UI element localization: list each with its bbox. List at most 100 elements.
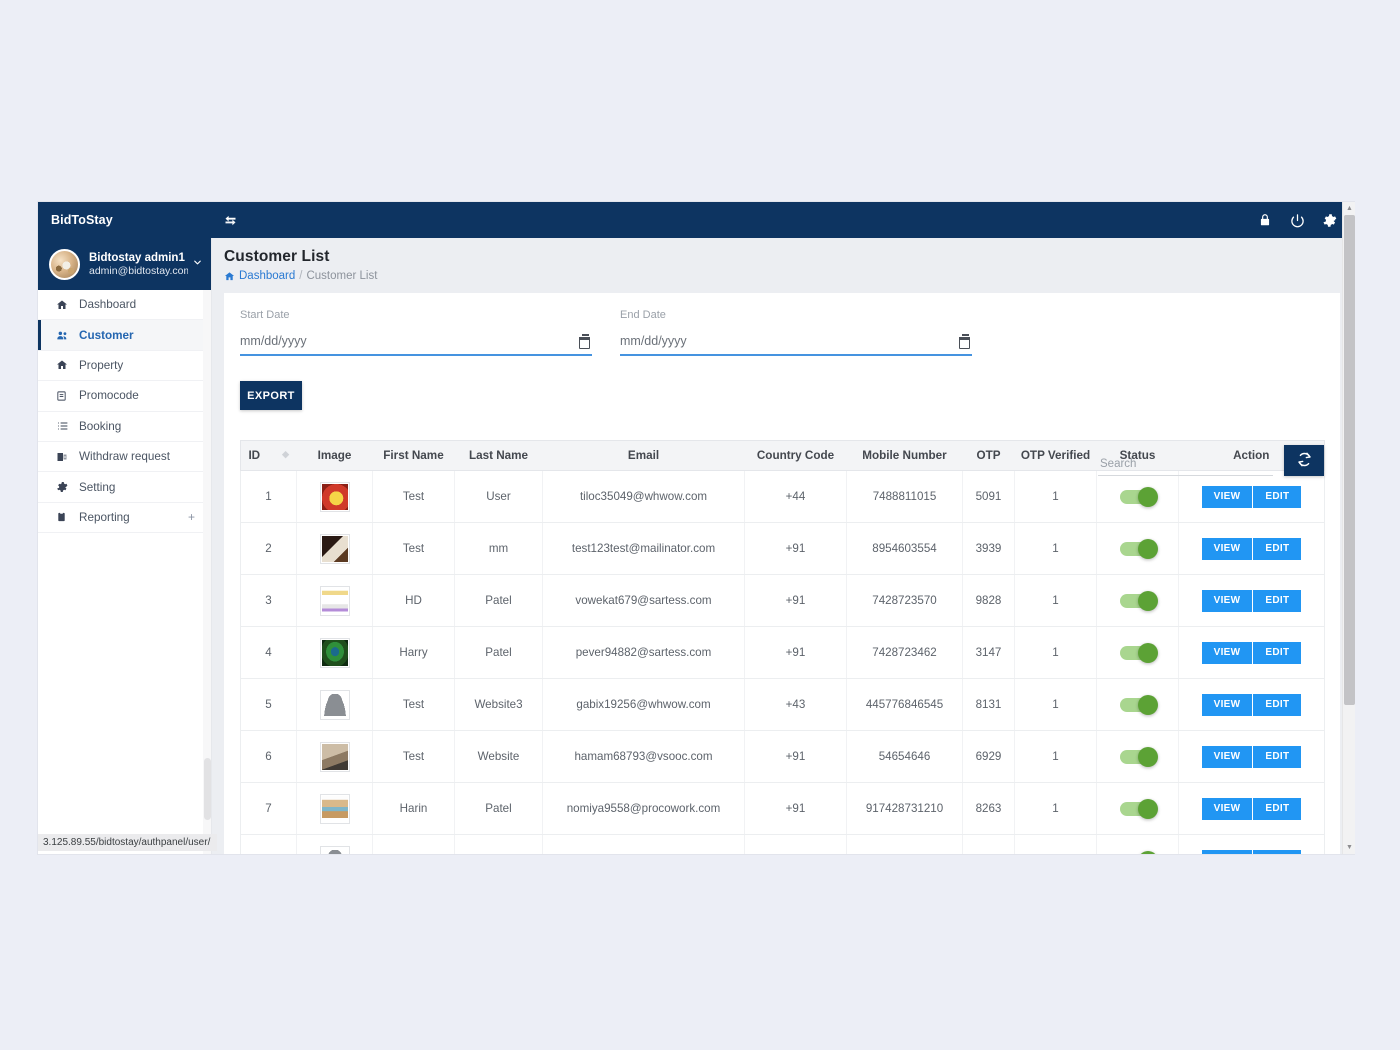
view-button[interactable]: VIEW xyxy=(1201,849,1253,854)
gear-icon xyxy=(56,481,74,493)
cell-id: 1 xyxy=(240,470,297,523)
view-button[interactable]: VIEW xyxy=(1201,641,1253,664)
lock-icon[interactable] xyxy=(1256,211,1274,229)
power-icon[interactable] xyxy=(1288,211,1306,229)
edit-button[interactable]: EDIT xyxy=(1252,849,1302,854)
cell-last-name: mm xyxy=(454,522,543,575)
room-photo-thumbnail[interactable] xyxy=(319,741,350,772)
page-scrollbar[interactable]: ▲ ▼ xyxy=(1342,202,1355,854)
cell-otp-verified: 1 xyxy=(1014,522,1097,575)
page-scrollbar-thumb[interactable] xyxy=(1344,215,1355,705)
scroll-up-arrow-icon[interactable]: ▲ xyxy=(1343,202,1356,215)
start-date-field: Start Date xyxy=(240,309,592,356)
view-button[interactable]: VIEW xyxy=(1201,693,1253,716)
dark-photo-thumbnail[interactable] xyxy=(319,533,350,564)
user-profile-block[interactable]: Bidtostay admin1 admin@bidtostay.com xyxy=(38,238,211,290)
sort-indicator-icon[interactable]: ◆ xyxy=(282,449,289,460)
sidebar-scrollbar-thumb[interactable] xyxy=(204,758,211,820)
column-header-country-code[interactable]: Country Code xyxy=(744,440,847,471)
edit-button[interactable]: EDIT xyxy=(1252,537,1302,560)
cell-id: 2 xyxy=(240,522,297,575)
status-toggle[interactable] xyxy=(1119,642,1158,663)
status-toggle[interactable] xyxy=(1119,694,1158,715)
cell-image xyxy=(296,626,373,679)
calendar-icon[interactable] xyxy=(578,334,590,349)
cell-status xyxy=(1096,626,1179,679)
table-row: 2 Test mm test123test@mailinator.com +91 8954… xyxy=(240,522,1325,575)
cell-status xyxy=(1096,782,1179,835)
end-date-input[interactable] xyxy=(620,334,972,356)
content-card: Start Date End Date EXPORT xyxy=(224,293,1340,854)
start-date-input[interactable] xyxy=(240,334,592,356)
edit-button[interactable]: EDIT xyxy=(1252,693,1302,716)
sidebar-toggle-icon[interactable] xyxy=(212,202,248,238)
row-actions: VIEWEDIT xyxy=(1201,745,1302,768)
default-avatar-thumbnail[interactable] xyxy=(319,845,350,854)
food-thumbnail[interactable] xyxy=(319,481,350,512)
sidebar-item-setting[interactable]: Setting xyxy=(38,472,211,503)
list-icon xyxy=(56,420,74,432)
view-button[interactable]: VIEW xyxy=(1201,537,1253,560)
cell-country-code: +44 xyxy=(744,470,847,523)
breadcrumb-separator: / xyxy=(299,270,303,282)
view-button[interactable]: VIEW xyxy=(1201,589,1253,612)
calendar-icon[interactable] xyxy=(958,334,970,349)
cell-otp: 6929 xyxy=(962,730,1015,783)
edit-button[interactable]: EDIT xyxy=(1252,797,1302,820)
column-header-first-name[interactable]: First Name xyxy=(372,440,455,471)
sidebar-scrollbar[interactable] xyxy=(203,290,211,854)
cell-country-code: +91 xyxy=(744,626,847,679)
column-header-mobile-number[interactable]: Mobile Number xyxy=(846,440,963,471)
cell-last-name: Patel xyxy=(454,626,543,679)
sidebar-item-dashboard[interactable]: Dashboard xyxy=(38,290,211,321)
peacock-feather-thumbnail[interactable] xyxy=(319,637,350,668)
chart-thumbnail[interactable] xyxy=(319,585,350,616)
cell-otp: 3939 xyxy=(962,522,1015,575)
cell-image xyxy=(296,782,373,835)
status-toggle[interactable] xyxy=(1119,850,1158,854)
shelf-photo-thumbnail[interactable] xyxy=(319,793,350,824)
status-toggle[interactable] xyxy=(1119,538,1158,559)
home-icon xyxy=(56,359,74,371)
status-toggle[interactable] xyxy=(1119,746,1158,767)
view-button[interactable]: VIEW xyxy=(1201,485,1253,508)
sidebar-item-withdraw-request[interactable]: Withdraw request xyxy=(38,442,211,473)
cell-email: test123test@mailinator.com xyxy=(542,522,745,575)
default-avatar-thumbnail[interactable] xyxy=(319,689,350,720)
cell-image xyxy=(296,470,373,523)
sidebar-item-property[interactable]: Property xyxy=(38,351,211,382)
table-body: 1 Test User tiloc35049@whwow.com +44 74888110… xyxy=(240,470,1325,854)
search-input[interactable] xyxy=(1098,458,1273,476)
edit-button[interactable]: EDIT xyxy=(1252,641,1302,664)
chevron-down-icon[interactable] xyxy=(188,257,203,271)
app-brand[interactable]: BidToStay xyxy=(38,213,212,227)
column-header-id[interactable]: ID ◆ xyxy=(240,440,297,471)
refresh-button[interactable] xyxy=(1284,445,1324,476)
status-toggle[interactable] xyxy=(1119,486,1158,507)
cell-id: 5 xyxy=(240,678,297,731)
status-toggle[interactable] xyxy=(1119,590,1158,611)
cell-status xyxy=(1096,522,1179,575)
sidebar-item-customer[interactable]: Customer xyxy=(38,320,211,351)
date-filter-row: Start Date End Date xyxy=(240,309,1324,356)
sidebar-item-booking[interactable]: Booking xyxy=(38,412,211,442)
column-header-image[interactable]: Image xyxy=(296,440,373,471)
edit-button[interactable]: EDIT xyxy=(1252,485,1302,508)
edit-button[interactable]: EDIT xyxy=(1252,589,1302,612)
edit-button[interactable]: EDIT xyxy=(1252,745,1302,768)
column-header-otp[interactable]: OTP xyxy=(962,440,1015,471)
column-header-email[interactable]: Email xyxy=(542,440,745,471)
status-toggle[interactable] xyxy=(1119,798,1158,819)
sidebar-item-promocode[interactable]: Promocode xyxy=(38,381,211,412)
breadcrumb-link-dashboard[interactable]: Dashboard xyxy=(239,270,295,282)
column-header-last-name[interactable]: Last Name xyxy=(454,440,543,471)
view-button[interactable]: VIEW xyxy=(1201,797,1253,820)
gear-icon[interactable] xyxy=(1320,211,1338,229)
export-button[interactable]: EXPORT xyxy=(240,381,302,410)
column-header-otp-verified[interactable]: OTP Verified xyxy=(1014,440,1097,471)
view-button[interactable]: VIEW xyxy=(1201,745,1253,768)
sidebar-item-reporting[interactable]: Reporting + xyxy=(38,503,211,534)
scroll-down-arrow-icon[interactable]: ▼ xyxy=(1343,841,1356,854)
cell-image xyxy=(296,678,373,731)
sidebar-item-label: Setting xyxy=(79,480,116,494)
